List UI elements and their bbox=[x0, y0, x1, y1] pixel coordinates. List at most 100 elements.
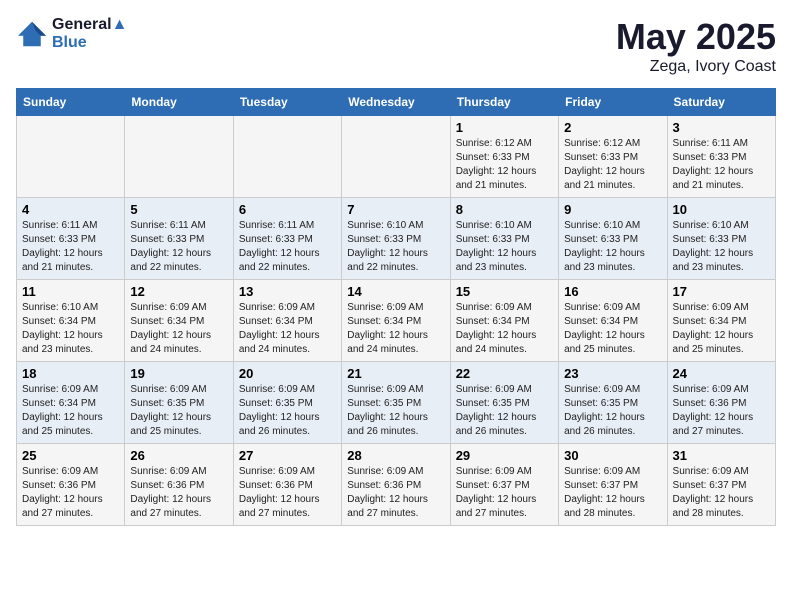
calendar-cell: 19Sunrise: 6:09 AM Sunset: 6:35 PM Dayli… bbox=[125, 362, 233, 444]
calendar-cell: 8Sunrise: 6:10 AM Sunset: 6:33 PM Daylig… bbox=[450, 198, 558, 280]
day-number: 10 bbox=[673, 202, 770, 217]
day-number: 18 bbox=[22, 366, 119, 381]
day-number: 1 bbox=[456, 120, 553, 135]
day-info: Sunrise: 6:10 AM Sunset: 6:33 PM Dayligh… bbox=[347, 219, 444, 275]
calendar-cell: 10 Sunrise: 6:10 AM Sunset: 6:33 PM Dayli… bbox=[667, 198, 775, 280]
day-number: 23 bbox=[564, 366, 661, 381]
title-block: May 2025 Zega, Ivory Coast bbox=[616, 16, 776, 76]
day-number: 29 bbox=[456, 448, 553, 463]
day-info: Sunrise: 6:09 AM Sunset: 6:35 PM Dayligh… bbox=[239, 383, 336, 439]
day-number: 16 bbox=[564, 284, 661, 299]
calendar-week-row: 1 Sunrise: 6:12 AM Sunset: 6:33 PM Daylig… bbox=[17, 116, 776, 198]
day-number: 26 bbox=[130, 448, 227, 463]
calendar-cell: 26 Sunrise: 6:09 AM Sunset: 6:36 PM Dayli… bbox=[125, 444, 233, 526]
calendar-week-row: 18 Sunrise: 6:09 AM Sunset: 6:34 PM Dayli… bbox=[17, 362, 776, 444]
day-number: 13 bbox=[239, 284, 336, 299]
day-info: Sunrise: 6:09 AM Sunset: 6:34 PM Dayligh… bbox=[347, 301, 444, 357]
calendar-cell: 23 Sunrise: 6:09 AM Sunset: 6:35 PM Dayli… bbox=[559, 362, 667, 444]
day-info: Sunrise: 6:11 AM Sunset: 6:33 PM Dayligh… bbox=[130, 219, 227, 275]
day-info: Sunrise: 6:09 AM Sunset: 6:34 PM Dayligh… bbox=[673, 301, 770, 357]
day-number: 17 bbox=[673, 284, 770, 299]
calendar-cell bbox=[342, 116, 450, 198]
day-number: 28 bbox=[347, 448, 444, 463]
day-number: 30 bbox=[564, 448, 661, 463]
calendar-cell: 11Sunrise: 6:10 AM Sunset: 6:34 PM Dayli… bbox=[17, 280, 125, 362]
day-number: 25 bbox=[22, 448, 119, 463]
calendar-day-header: Friday bbox=[559, 89, 667, 116]
day-number: 2 bbox=[564, 120, 661, 135]
calendar-cell: 7 Sunrise: 6:10 AM Sunset: 6:33 PM Daylig… bbox=[342, 198, 450, 280]
calendar-cell: 22Sunrise: 6:09 AM Sunset: 6:35 PM Dayli… bbox=[450, 362, 558, 444]
day-number: 14 bbox=[347, 284, 444, 299]
day-info: Sunrise: 6:09 AM Sunset: 6:35 PM Dayligh… bbox=[130, 383, 227, 439]
day-info: Sunrise: 6:09 AM Sunset: 6:34 PM Dayligh… bbox=[564, 301, 661, 357]
day-number: 15 bbox=[456, 284, 553, 299]
calendar-cell: 1 Sunrise: 6:12 AM Sunset: 6:33 PM Daylig… bbox=[450, 116, 558, 198]
calendar-cell: 25 Sunrise: 6:09 AM Sunset: 6:36 PM Dayli… bbox=[17, 444, 125, 526]
calendar-cell: 9Sunrise: 6:10 AM Sunset: 6:33 PM Daylig… bbox=[559, 198, 667, 280]
calendar-cell: 28 Sunrise: 6:09 AM Sunset: 6:36 PM Dayli… bbox=[342, 444, 450, 526]
day-number: 8 bbox=[456, 202, 553, 217]
day-info: Sunrise: 6:09 AM Sunset: 6:36 PM Dayligh… bbox=[130, 465, 227, 521]
calendar-cell: 13 Sunrise: 6:09 AM Sunset: 6:34 PM Dayli… bbox=[233, 280, 341, 362]
day-number: 7 bbox=[347, 202, 444, 217]
day-info: Sunrise: 6:09 AM Sunset: 6:37 PM Dayligh… bbox=[673, 465, 770, 521]
day-number: 12 bbox=[130, 284, 227, 299]
calendar-day-header: Saturday bbox=[667, 89, 775, 116]
calendar-day-header: Thursday bbox=[450, 89, 558, 116]
day-info: Sunrise: 6:09 AM Sunset: 6:35 PM Dayligh… bbox=[347, 383, 444, 439]
day-number: 9 bbox=[564, 202, 661, 217]
calendar-cell: 30 Sunrise: 6:09 AM Sunset: 6:37 PM Dayli… bbox=[559, 444, 667, 526]
day-number: 20 bbox=[239, 366, 336, 381]
calendar-body: 1 Sunrise: 6:12 AM Sunset: 6:33 PM Daylig… bbox=[17, 116, 776, 526]
day-info: Sunrise: 6:09 AM Sunset: 6:37 PM Dayligh… bbox=[564, 465, 661, 521]
day-number: 5 bbox=[130, 202, 227, 217]
day-number: 3 bbox=[673, 120, 770, 135]
day-info: Sunrise: 6:12 AM Sunset: 6:33 PM Dayligh… bbox=[564, 137, 661, 193]
calendar-cell: 2 Sunrise: 6:12 AM Sunset: 6:33 PM Daylig… bbox=[559, 116, 667, 198]
day-info: Sunrise: 6:09 AM Sunset: 6:34 PM Dayligh… bbox=[22, 383, 119, 439]
calendar-cell: 15 Sunrise: 6:09 AM Sunset: 6:34 PM Dayli… bbox=[450, 280, 558, 362]
day-info: Sunrise: 6:09 AM Sunset: 6:36 PM Dayligh… bbox=[239, 465, 336, 521]
day-info: Sunrise: 6:09 AM Sunset: 6:34 PM Dayligh… bbox=[456, 301, 553, 357]
day-info: Sunrise: 6:12 AM Sunset: 6:33 PM Dayligh… bbox=[456, 137, 553, 193]
logo-text: General▲ Blue bbox=[52, 16, 127, 52]
calendar-cell: 6Sunrise: 6:11 AM Sunset: 6:33 PM Daylig… bbox=[233, 198, 341, 280]
day-info: Sunrise: 6:09 AM Sunset: 6:34 PM Dayligh… bbox=[239, 301, 336, 357]
day-info: Sunrise: 6:09 AM Sunset: 6:35 PM Dayligh… bbox=[564, 383, 661, 439]
logo: General▲ Blue bbox=[16, 16, 127, 52]
calendar-table: SundayMondayTuesdayWednesdayThursdayFrid… bbox=[16, 88, 776, 526]
day-info: Sunrise: 6:09 AM Sunset: 6:36 PM Dayligh… bbox=[22, 465, 119, 521]
day-info: Sunrise: 6:09 AM Sunset: 6:35 PM Dayligh… bbox=[456, 383, 553, 439]
calendar-week-row: 11Sunrise: 6:10 AM Sunset: 6:34 PM Dayli… bbox=[17, 280, 776, 362]
calendar-day-header: Wednesday bbox=[342, 89, 450, 116]
day-info: Sunrise: 6:11 AM Sunset: 6:33 PM Dayligh… bbox=[673, 137, 770, 193]
day-info: Sunrise: 6:11 AM Sunset: 6:33 PM Dayligh… bbox=[22, 219, 119, 275]
day-number: 27 bbox=[239, 448, 336, 463]
calendar-cell: 17 Sunrise: 6:09 AM Sunset: 6:34 PM Dayli… bbox=[667, 280, 775, 362]
calendar-cell: 18 Sunrise: 6:09 AM Sunset: 6:34 PM Dayli… bbox=[17, 362, 125, 444]
calendar-day-header: Monday bbox=[125, 89, 233, 116]
day-number: 11 bbox=[22, 284, 119, 299]
calendar-day-header: Tuesday bbox=[233, 89, 341, 116]
day-number: 31 bbox=[673, 448, 770, 463]
main-title: May 2025 bbox=[616, 16, 776, 58]
day-info: Sunrise: 6:09 AM Sunset: 6:37 PM Dayligh… bbox=[456, 465, 553, 521]
calendar-cell: 31 Sunrise: 6:09 AM Sunset: 6:37 PM Dayli… bbox=[667, 444, 775, 526]
calendar-cell: 14 Sunrise: 6:09 AM Sunset: 6:34 PM Dayli… bbox=[342, 280, 450, 362]
calendar-cell: 12 Sunrise: 6:09 AM Sunset: 6:34 PM Dayli… bbox=[125, 280, 233, 362]
calendar-week-row: 25 Sunrise: 6:09 AM Sunset: 6:36 PM Dayli… bbox=[17, 444, 776, 526]
calendar-cell bbox=[17, 116, 125, 198]
day-info: Sunrise: 6:10 AM Sunset: 6:33 PM Dayligh… bbox=[673, 219, 770, 275]
page-header: General▲ Blue May 2025 Zega, Ivory Coast bbox=[16, 16, 776, 76]
calendar-week-row: 4Sunrise: 6:11 AM Sunset: 6:33 PM Daylig… bbox=[17, 198, 776, 280]
day-number: 24 bbox=[673, 366, 770, 381]
calendar-cell: 5 Sunrise: 6:11 AM Sunset: 6:33 PM Daylig… bbox=[125, 198, 233, 280]
calendar-header-row: SundayMondayTuesdayWednesdayThursdayFrid… bbox=[17, 89, 776, 116]
day-info: Sunrise: 6:09 AM Sunset: 6:36 PM Dayligh… bbox=[673, 383, 770, 439]
day-info: Sunrise: 6:09 AM Sunset: 6:34 PM Dayligh… bbox=[130, 301, 227, 357]
calendar-day-header: Sunday bbox=[17, 89, 125, 116]
day-info: Sunrise: 6:09 AM Sunset: 6:36 PM Dayligh… bbox=[347, 465, 444, 521]
calendar-cell: 4Sunrise: 6:11 AM Sunset: 6:33 PM Daylig… bbox=[17, 198, 125, 280]
calendar-cell bbox=[233, 116, 341, 198]
